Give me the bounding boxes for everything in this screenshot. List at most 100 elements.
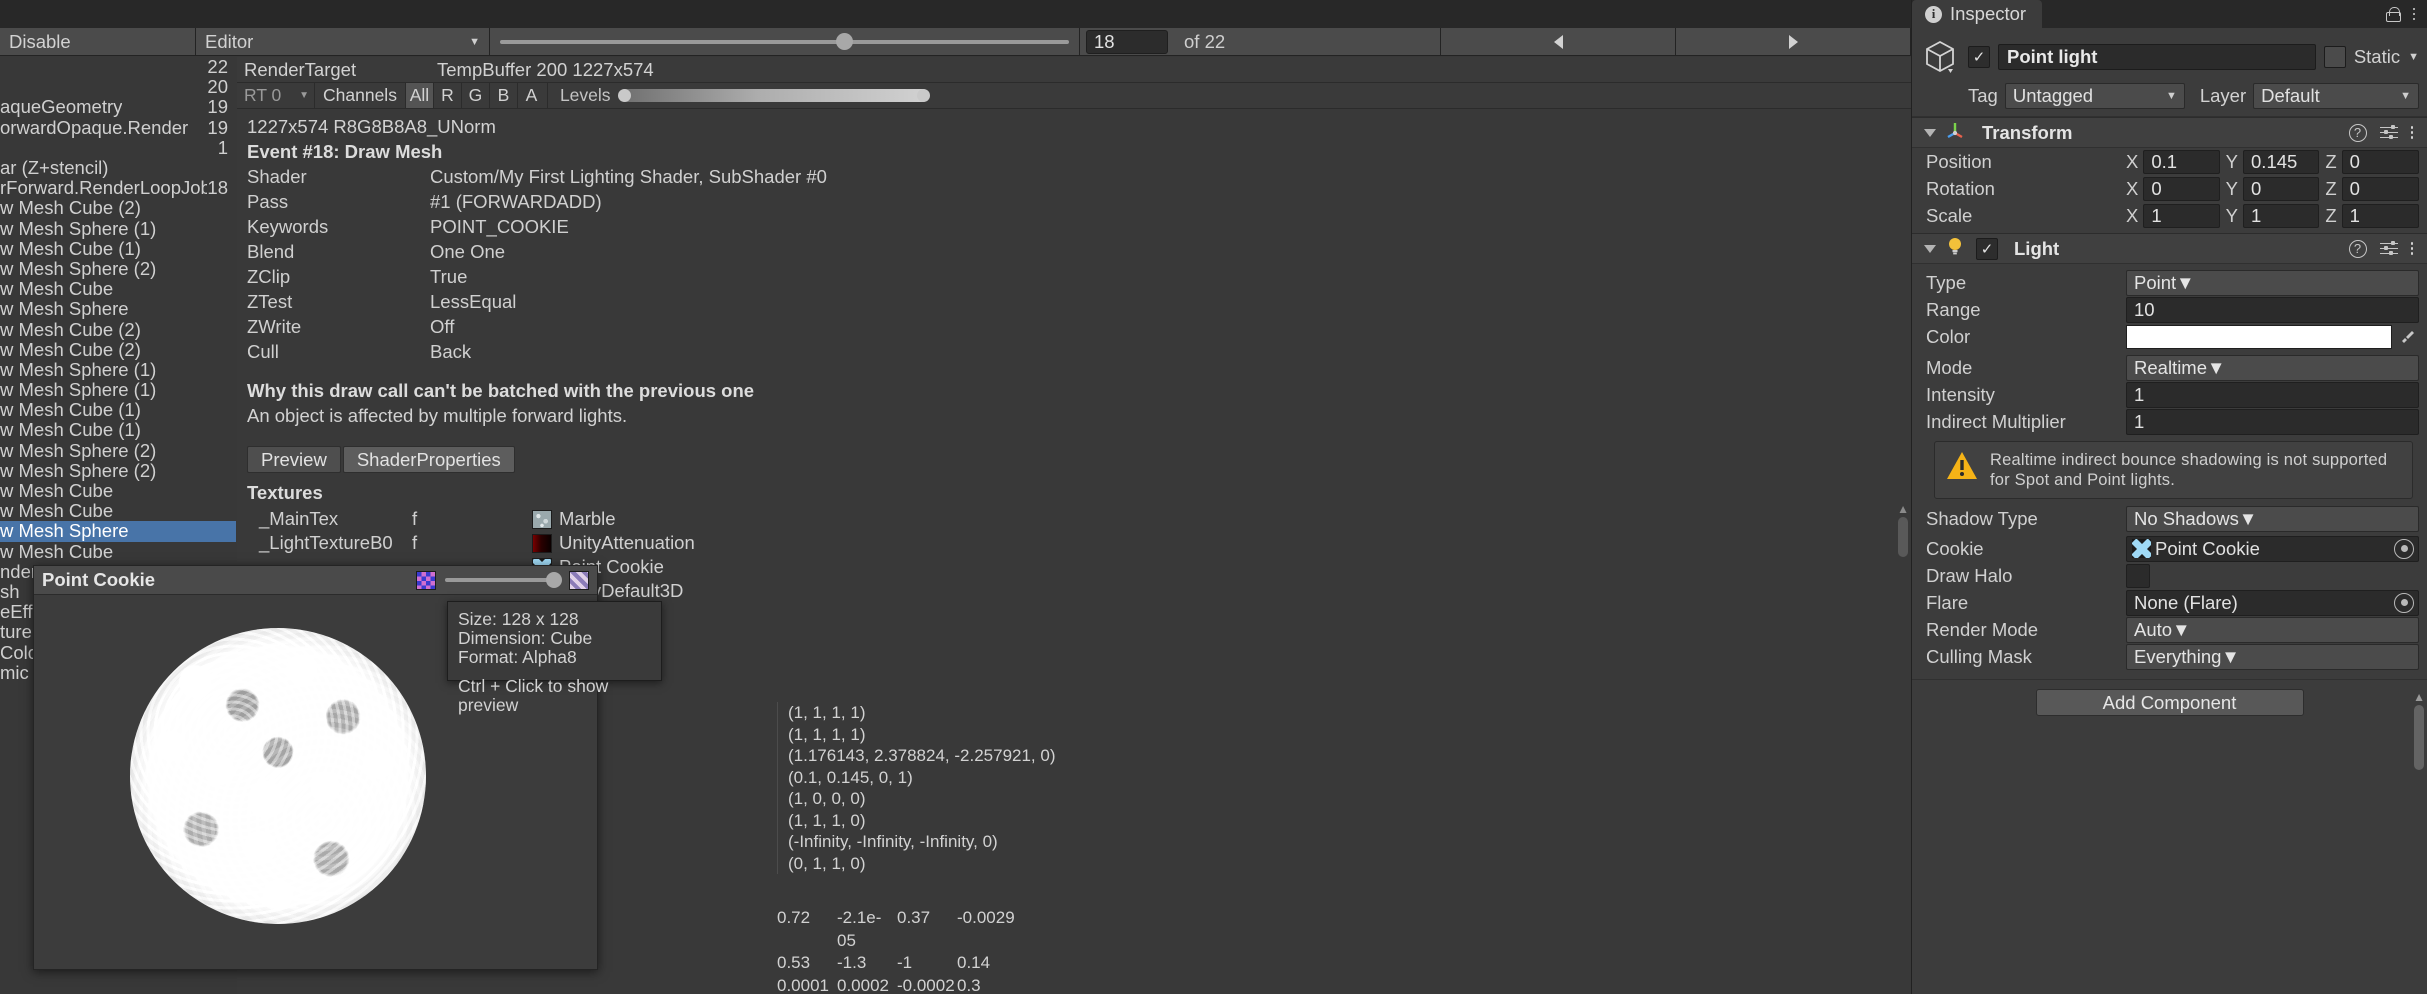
light-range-input[interactable]: 10	[2126, 296, 2419, 323]
target-dropdown[interactable]: Editor ▼	[196, 28, 490, 55]
axis-input-x[interactable]: 0.1	[2143, 149, 2220, 174]
tree-item[interactable]: w Mesh Sphere (1)	[0, 218, 236, 239]
static-checkbox[interactable]	[2323, 46, 2346, 68]
light-cookie-object-field[interactable]: Point Cookie	[2126, 535, 2419, 562]
tree-item[interactable]: w Mesh Cube (2)	[0, 319, 236, 340]
previous-event-icon[interactable]	[1441, 28, 1676, 55]
tag-dropdown[interactable]: Untagged ▼	[2004, 83, 2185, 109]
object-picker-icon[interactable]	[2394, 592, 2414, 613]
tree-item[interactable]: w Mesh Cube	[0, 278, 236, 299]
tree-item[interactable]: rForward.RenderLoopJob 18	[0, 177, 236, 198]
tree-item[interactable]: orwardOpaque.Render 19	[0, 117, 236, 138]
axis-input-y[interactable]: 1	[2243, 203, 2320, 228]
transform-component-header[interactable]: Transform ?	[1912, 117, 2427, 148]
tree-item[interactable]: 22	[0, 57, 236, 77]
kebab-menu-icon[interactable]	[2412, 7, 2415, 21]
light-mode-dropdown[interactable]: Realtime ▼	[2126, 354, 2419, 381]
axis-input-z[interactable]: 0	[2341, 149, 2420, 174]
tree-item[interactable]: w Mesh Cube (2)	[0, 339, 236, 360]
preset-icon[interactable]	[2379, 125, 2398, 141]
tree-item[interactable]: w Mesh Cube	[0, 500, 236, 521]
tree-item[interactable]: w Mesh Sphere (2)	[0, 440, 236, 461]
light-intensity-input[interactable]: 1	[2126, 381, 2419, 408]
chevron-down-icon[interactable]: ▼	[2408, 51, 2419, 63]
tree-item[interactable]: w Mesh Cube	[0, 541, 236, 562]
channel-button-g[interactable]: G	[460, 83, 489, 108]
light-flare-object-field[interactable]: None (Flare)	[2126, 589, 2419, 616]
tree-item[interactable]: w Mesh Sphere (2)	[0, 258, 236, 279]
checker-small-icon[interactable]	[416, 570, 436, 590]
tree-item[interactable]: 20	[0, 76, 236, 97]
channel-button-all[interactable]: All	[404, 83, 433, 108]
chevron-down-icon[interactable]	[1924, 244, 1936, 253]
axis-input-x[interactable]: 1	[2143, 203, 2220, 228]
tab-preview[interactable]: Preview	[247, 446, 341, 473]
enable-disable-button[interactable]: Disable	[0, 28, 196, 55]
levels-slider[interactable]	[617, 89, 930, 102]
scroll-up-icon[interactable]: ▲	[2413, 690, 2425, 704]
tree-item[interactable]: w Mesh Sphere (2)	[0, 460, 236, 481]
details-scrollbar[interactable]	[1898, 517, 1908, 557]
kebab-menu-icon[interactable]	[2410, 126, 2413, 139]
layer-dropdown[interactable]: Default ▼	[2253, 83, 2419, 109]
lock-icon[interactable]	[2385, 6, 2401, 22]
event-slider-knob[interactable]	[835, 32, 853, 50]
draw-halo-checkbox[interactable]	[2126, 563, 2150, 588]
next-event-icon[interactable]	[1676, 28, 1911, 55]
scroll-up-icon[interactable]: ▲	[1897, 502, 1909, 516]
object-picker-icon[interactable]	[2394, 538, 2414, 559]
axis-input-y[interactable]: 0.145	[2243, 149, 2320, 174]
rt-select-dropdown[interactable]: RT 0 ▼	[237, 83, 315, 108]
light-rendermode-dropdown[interactable]: Auto ▼	[2126, 616, 2419, 643]
channel-button-r[interactable]: R	[432, 83, 461, 108]
light-color-swatch[interactable]	[2126, 324, 2392, 349]
levels-control[interactable]: Levels	[546, 83, 930, 108]
add-component-button[interactable]: Add Component	[2035, 689, 2304, 716]
matrix-cell: 0.14	[957, 953, 991, 972]
tree-item[interactable]: w Mesh Cube (1)	[0, 238, 236, 259]
tree-item[interactable]: w Mesh Cube (1)	[0, 419, 236, 440]
gameobject-name-input[interactable]: Point light	[1998, 44, 2316, 70]
tree-item[interactable]: w Mesh Sphere	[0, 520, 236, 542]
event-slider[interactable]	[490, 28, 1080, 55]
tree-item[interactable]: w Mesh Sphere	[0, 298, 236, 319]
light-cullingmask-dropdown[interactable]: Everything ▼	[2126, 643, 2419, 670]
tree-item[interactable]: w Mesh Cube (2)	[0, 197, 236, 218]
light-indirect-input[interactable]: 1	[2126, 408, 2419, 435]
texture-row[interactable]: _MainTex f Marble	[237, 507, 1911, 531]
channel-button-a[interactable]: A	[516, 83, 545, 108]
inspector-scrollbar[interactable]	[2414, 705, 2424, 770]
preset-icon[interactable]	[2379, 241, 2398, 257]
axis-field-x: X0	[2126, 176, 2220, 201]
texture-row[interactable]: _LightTextureB0 f UnityAttenuation	[237, 531, 1911, 555]
light-type-dropdown[interactable]: Point ▼	[2126, 269, 2419, 296]
chevron-down-icon[interactable]	[1924, 128, 1936, 137]
help-icon[interactable]: ?	[2348, 239, 2367, 258]
mip-level-slider[interactable]	[445, 571, 562, 588]
event-property-row: Keywords POINT_COOKIE	[237, 214, 1911, 239]
tab-inspector[interactable]: i Inspector	[1912, 0, 2043, 28]
tree-item[interactable]: 1	[0, 137, 236, 158]
kebab-menu-icon[interactable]	[2410, 242, 2413, 255]
light-enabled-checkbox[interactable]: ✓	[1976, 237, 1998, 260]
event-slider-track[interactable]	[500, 32, 1069, 50]
checker-large-icon[interactable]	[569, 570, 589, 590]
channel-button-b[interactable]: B	[488, 83, 517, 108]
axis-input-z[interactable]: 0	[2341, 176, 2420, 201]
tab-shader-properties[interactable]: ShaderProperties	[342, 446, 515, 473]
axis-input-y[interactable]: 0	[2243, 176, 2320, 201]
tree-item[interactable]: ar (Z+stencil)	[0, 157, 236, 178]
event-index-input[interactable]: 18	[1086, 29, 1168, 54]
axis-input-x[interactable]: 0	[2143, 176, 2220, 201]
tree-item[interactable]: w Mesh Sphere (1)	[0, 379, 236, 400]
help-icon[interactable]: ?	[2348, 123, 2367, 142]
light-shadow-dropdown[interactable]: No Shadows ▼	[2126, 505, 2419, 532]
tree-item[interactable]: w Mesh Cube	[0, 480, 236, 501]
tree-item[interactable]: w Mesh Sphere (1)	[0, 359, 236, 380]
gameobject-enabled-checkbox[interactable]: ✓	[1968, 46, 1990, 68]
tree-item[interactable]: aqueGeometry 19	[0, 96, 236, 117]
tree-item[interactable]: w Mesh Cube (1)	[0, 399, 236, 420]
eyedropper-icon[interactable]	[2397, 329, 2419, 345]
light-component-header[interactable]: ✓ Light ?	[1912, 233, 2427, 264]
axis-input-z[interactable]: 1	[2341, 203, 2420, 228]
